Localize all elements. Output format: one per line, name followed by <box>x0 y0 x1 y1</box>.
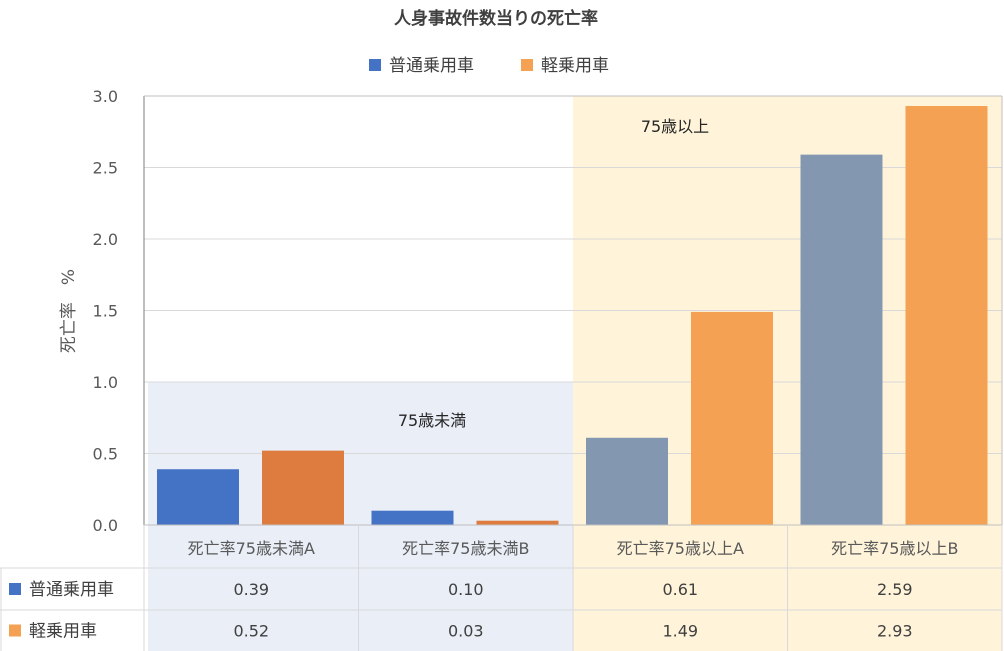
y-tick-label: 3.0 <box>93 87 118 106</box>
x-category-label: 死亡率75歳未満A <box>188 539 315 558</box>
bar-series-1-cat-3 <box>586 437 668 525</box>
y-axis-title: 死亡率 % <box>59 269 79 353</box>
y-tick-label: 2.5 <box>93 159 118 178</box>
bar-series-2-cat-2 <box>476 520 559 525</box>
legend-label-series-1: 普通乗用車 <box>389 56 474 76</box>
table-legend-swatch-series-2 <box>9 624 21 637</box>
y-tick-label: 2.0 <box>93 230 118 249</box>
bar-series-2-cat-1 <box>262 450 344 525</box>
region-under-75-label: 75歳未満 <box>398 411 466 430</box>
legend-label-series-2: 軽乗用車 <box>541 56 609 76</box>
bar-series-1-cat-2 <box>371 510 454 525</box>
table-cell: 2.59 <box>877 580 913 599</box>
chart-title: 人身事故件数当りの死亡率 <box>394 8 598 29</box>
y-axis-ticks: 0.0 0.5 1.0 1.5 2.0 2.5 3.0 <box>93 87 118 535</box>
table-cell: 0.10 <box>448 580 484 599</box>
y-tick-label: 0.5 <box>93 445 118 464</box>
region-over-75-label: 75歳以上 <box>641 117 709 136</box>
y-tick-label: 1.5 <box>93 302 118 321</box>
bar-series-2-cat-4 <box>905 106 988 525</box>
table-cell: 0.03 <box>448 622 484 641</box>
table-row-label-series-2: 軽乗用車 <box>29 622 97 642</box>
x-category-label: 死亡率75歳未満B <box>402 539 529 558</box>
y-tick-label: 0.0 <box>93 516 118 535</box>
chart: 人身事故件数当りの死亡率 普通乗用車 軽乗用車 0.0 0.5 1.0 1.5 2.0 2… <box>0 8 1003 651</box>
table-cell: 1.49 <box>662 622 698 641</box>
legend-swatch-series-1 <box>369 59 381 71</box>
legend: 普通乗用車 軽乗用車 <box>369 56 609 76</box>
table-cell: 2.93 <box>877 622 913 641</box>
bar-series-2-cat-3 <box>691 311 773 525</box>
y-tick-label: 1.0 <box>93 373 118 392</box>
table-row-label-series-1: 普通乗用車 <box>29 580 114 600</box>
table-cell: 0.61 <box>662 580 698 599</box>
bar-series-1-cat-4 <box>800 154 883 525</box>
x-category-label: 死亡率75歳以上B <box>831 539 958 558</box>
table-cell: 0.52 <box>233 622 269 641</box>
bar-series-1-cat-1 <box>157 469 239 525</box>
table-cell: 0.39 <box>233 580 269 599</box>
table-legend-swatch-series-1 <box>9 583 21 595</box>
x-category-label: 死亡率75歳以上A <box>617 539 744 558</box>
legend-swatch-series-2 <box>521 59 533 71</box>
